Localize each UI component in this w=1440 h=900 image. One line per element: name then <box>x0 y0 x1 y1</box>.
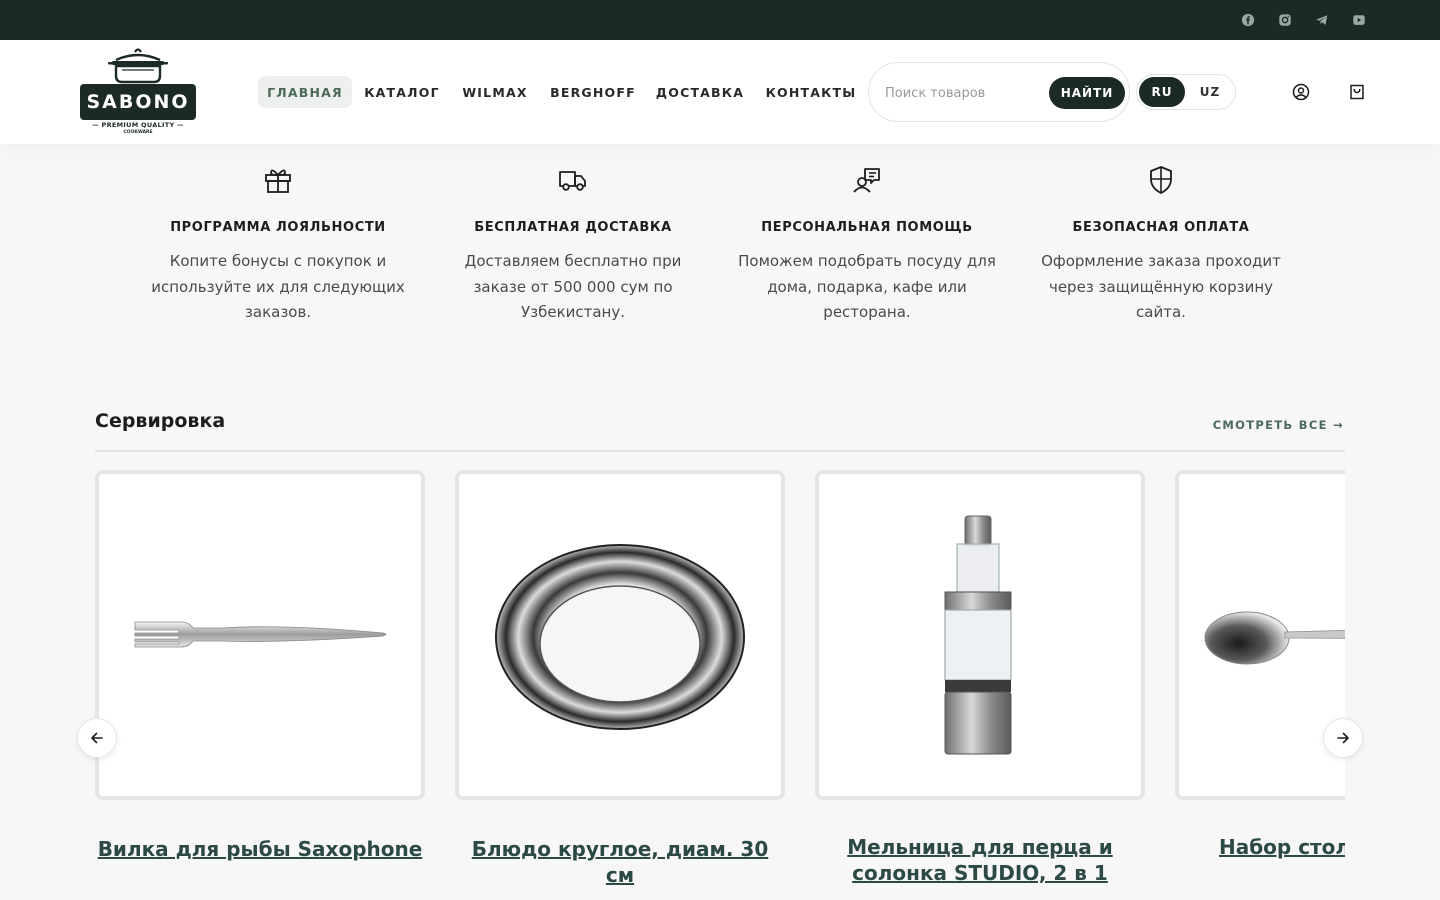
logo[interactable]: SABONO — PREMIUM QUALITY — COOKWARE <box>78 46 198 138</box>
feature-title: БЕСПЛАТНАЯ ДОСТАВКА <box>474 220 672 235</box>
carousel-prev-button[interactable] <box>77 718 117 758</box>
feature-title: БЕЗОПАСНАЯ ОПЛАТА <box>1072 220 1250 235</box>
lang-ru-button[interactable]: RU <box>1139 77 1185 107</box>
facebook-icon[interactable] <box>1240 12 1256 28</box>
feature-support: ПЕРСОНАЛЬНАЯ ПОМОЩЬ Поможем подобрать по… <box>737 164 997 326</box>
product-title[interactable]: Вилка для рыбы Saxophone <box>95 836 425 862</box>
site-header: SABONO — PREMIUM QUALITY — COOKWARE ГЛАВ… <box>0 40 1440 144</box>
product-carousel: Вилка для рыбы Saxophone Блюдо круглое, … <box>95 468 1345 900</box>
arrow-left-icon <box>91 732 103 744</box>
pot-icon <box>108 48 168 84</box>
product-card[interactable]: Набор столо Quadro, <box>1175 470 1345 859</box>
fork-image <box>134 621 387 648</box>
feature-text: Поможем подобрать посуду для дома, подар… <box>738 252 996 321</box>
account-icon[interactable] <box>1291 82 1311 102</box>
feature-loyalty: ПРОГРАММА ЛОЯЛЬНОСТИ Копите бонусы с пок… <box>148 164 408 326</box>
support-chat-icon <box>853 168 880 193</box>
feature-text: Оформление заказа проходит через защищён… <box>1041 252 1281 321</box>
search-bar: НАЙТИ <box>868 62 1130 122</box>
pepper-mill-image <box>944 515 1012 755</box>
lang-uz-button[interactable]: UZ <box>1187 77 1233 107</box>
nav-home[interactable]: ГЛАВНАЯ <box>258 76 352 108</box>
truck-icon <box>559 171 586 191</box>
product-title[interactable]: Блюдо круглое, диам. 30 см <box>455 836 785 888</box>
feature-delivery: БЕСПЛАТНАЯ ДОСТАВКА Доставляем бесплатно… <box>443 164 703 326</box>
product-image[interactable] <box>1175 470 1345 800</box>
see-all-link[interactable]: СМОТРЕТЬ ВСЕ → <box>1200 418 1344 432</box>
top-bar <box>0 0 1440 40</box>
feature-title: ПЕРСОНАЛЬНАЯ ПОМОЩЬ <box>761 220 973 235</box>
product-image[interactable] <box>815 470 1145 800</box>
arrow-right-icon <box>1337 732 1349 744</box>
logo-tagline: — PREMIUM QUALITY — <box>92 121 184 129</box>
product-card[interactable]: Мельница для перца и солонка STUDIO, 2 в… <box>815 470 1145 885</box>
shield-icon <box>1150 166 1172 194</box>
product-card[interactable]: Вилка для рыбы Saxophone <box>95 470 425 861</box>
feature-text: Доставляем бесплатно при заказе от 500 0… <box>464 252 682 321</box>
feature-text: Копите бонусы с покупок и используйте их… <box>151 252 405 321</box>
logo-brand: SABONO <box>80 84 196 120</box>
product-title[interactable]: Набор столо Quadro, <box>1175 834 1345 860</box>
nav-berghoff[interactable]: BERGHOFF <box>548 76 638 108</box>
nav-catalog[interactable]: КАТАЛОГ <box>362 76 442 108</box>
product-card[interactable]: Блюдо круглое, диам. 30 см <box>455 470 785 887</box>
product-title[interactable]: Мельница для перца и солонка STUDIO, 2 в… <box>815 834 1145 886</box>
search-input[interactable] <box>885 83 1045 103</box>
feature-title: ПРОГРАММА ЛОЯЛЬНОСТИ <box>170 220 386 235</box>
gift-icon <box>265 169 291 193</box>
instagram-icon[interactable] <box>1277 12 1293 28</box>
youtube-icon[interactable] <box>1351 12 1367 28</box>
nav-contacts[interactable]: КОНТАКТЫ <box>764 76 858 108</box>
telegram-icon[interactable] <box>1314 12 1330 28</box>
product-image[interactable] <box>455 470 785 800</box>
nav-wilmax[interactable]: WILMAX <box>458 76 532 108</box>
cart-icon[interactable] <box>1347 82 1367 102</box>
logo-subtitle: COOKWARE <box>123 130 153 135</box>
section-divider <box>95 450 1345 452</box>
spoon-image <box>1204 611 1345 665</box>
nav-delivery[interactable]: ДОСТАВКА <box>654 76 746 108</box>
product-image[interactable] <box>95 470 425 800</box>
feature-payment: БЕЗОПАСНАЯ ОПЛАТА Оформление заказа прох… <box>1031 164 1291 326</box>
carousel-next-button[interactable] <box>1323 718 1363 758</box>
search-button[interactable]: НАЙТИ <box>1049 77 1125 109</box>
round-dish-image <box>495 544 745 730</box>
language-switcher: RU UZ <box>1136 74 1236 110</box>
section-title: Сервировка <box>95 410 226 432</box>
